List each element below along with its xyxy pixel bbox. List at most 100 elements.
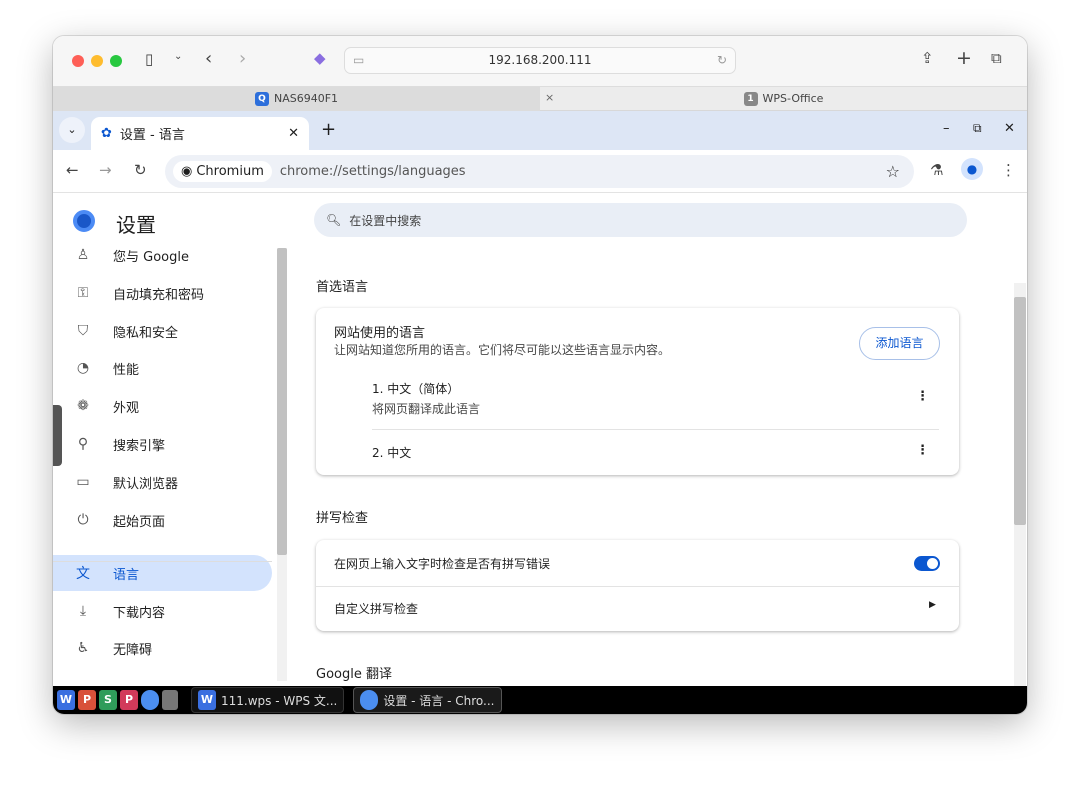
sidebar-item-label: 自动填充和密码 — [113, 287, 205, 303]
safari-tab-bar: Q NAS6940F1 × 1 WPS-Office — [53, 86, 1027, 111]
card-title: 网站使用的语言 — [334, 326, 426, 341]
new-tab-icon[interactable]: + — [956, 47, 972, 69]
sidebar-item-label: 默认浏览器 — [113, 476, 179, 492]
browser-icon: ▭ — [76, 474, 90, 490]
gauge-icon: ◔ — [76, 360, 90, 376]
sidebar-scrollbar-thumb[interactable] — [277, 248, 287, 555]
spell-check-label: 在网页上输入文字时检查是否有拼写错误 — [334, 557, 551, 571]
chromium-logo-icon: ◉ — [181, 164, 193, 179]
sidebar-item[interactable]: ⚿ 自动填充和密码 — [53, 275, 272, 311]
sidebar-toggle-icon[interactable]: ▯ — [145, 50, 153, 68]
tab-settings[interactable]: ✿ 设置 - 语言 ✕ — [91, 117, 309, 150]
preferred-languages-card: 网站使用的语言 让网站知道您所用的语言。它们将尽可能以这些语言显示内容。 添加语… — [316, 308, 959, 475]
window: ▯ ⌄ ‹ › ◆ 192.168.200.111 ▭ ↻ ⇪ + ⧉ Q NAS… — [53, 36, 1027, 714]
back-icon[interactable]: ← — [66, 161, 79, 179]
language-item-sublabel: 将网页翻译成此语言 — [372, 402, 481, 416]
translate-icon: 文 — [76, 566, 90, 582]
restore-button[interactable]: ⧉ — [973, 121, 982, 136]
bookmark-star-icon[interactable]: ☆ — [886, 162, 900, 181]
sidebar-item[interactable]: ▭ 默认浏览器 — [53, 464, 272, 500]
more-actions-icon[interactable]: ⋮ — [916, 443, 929, 458]
sidebar-item-label: 语言 — [113, 567, 140, 583]
sidebar-scrollbar[interactable] — [277, 248, 287, 681]
profile-avatar[interactable]: ● — [961, 158, 983, 180]
qnap-icon: Q — [254, 92, 269, 106]
main-scrollbar-thumb[interactable] — [1014, 297, 1026, 525]
window-title: 设置 - 语言 - Chro... — [383, 693, 495, 708]
minimize-window-button[interactable] — [91, 55, 103, 67]
close-button[interactable]: ✕ — [1004, 121, 1015, 136]
shield-icon: ⛉ — [77, 323, 89, 339]
sidebar-item[interactable]: ⚲ 搜索引擎 — [53, 426, 272, 462]
panel-handle[interactable] — [53, 405, 62, 466]
sidebar-item-label: 性能 — [113, 362, 140, 378]
taskbar-window-wps[interactable]: W 111.wps - WPS 文... — [191, 687, 345, 713]
chevron-right-icon[interactable]: ▶ — [929, 600, 936, 610]
url-text: chrome://settings/languages — [279, 164, 466, 179]
chromium-chip[interactable]: ◉ Chromium — [173, 161, 272, 182]
settings-title: 设置 — [116, 213, 156, 237]
safari-toolbar: ▯ ⌄ ‹ › ◆ 192.168.200.111 ▭ ↻ ⇪ + ⧉ — [53, 36, 1027, 86]
zoom-window-button[interactable] — [110, 55, 122, 67]
main-scrollbar[interactable] — [1014, 283, 1026, 714]
sidebar-item[interactable]: ⤓ 下载内容 — [53, 593, 272, 629]
more-actions-icon[interactable]: ⋮ — [916, 389, 929, 404]
close-tab-icon[interactable]: ✕ — [288, 126, 299, 141]
sidebar-item-label: 隐私和安全 — [113, 325, 179, 341]
add-language-button[interactable]: 添加语言 — [859, 327, 940, 360]
close-window-button[interactable] — [72, 55, 84, 67]
custom-spell-check-link[interactable]: 自定义拼写检查 — [334, 600, 418, 617]
chromium-icon[interactable] — [141, 690, 159, 710]
sidebar-item[interactable]: ⏻ 起始页面 — [53, 502, 272, 538]
wps-spreadsheet-icon[interactable]: S — [99, 690, 117, 710]
tab-number-icon: 1 — [743, 92, 758, 106]
language-item-label: 2. 中文 — [372, 446, 412, 460]
spell-check-toggle[interactable] — [914, 556, 940, 571]
new-tab-button[interactable]: + — [321, 119, 336, 140]
menu-kebab-icon[interactable]: ⋮ — [1001, 161, 1016, 179]
wps-pdf-icon[interactable]: P — [120, 690, 138, 710]
person-icon: ♙ — [76, 247, 90, 263]
url-text: 192.168.200.111 — [488, 53, 592, 67]
chevron-down-icon[interactable]: ⌄ — [174, 51, 182, 62]
wps-writer-icon: W — [198, 690, 216, 710]
reload-icon[interactable]: ↻ — [134, 161, 147, 179]
card-description: 让网站知道您所用的语言。它们将尽可能以这些语言显示内容。 — [334, 343, 671, 357]
forward-icon[interactable]: → — [99, 161, 112, 179]
sidebar-item[interactable]: ❁ 外观 — [53, 388, 272, 424]
wps-writer-icon[interactable]: W — [57, 690, 75, 710]
sidebar-item[interactable]: ♿ 无障碍 — [53, 630, 272, 666]
wps-presentation-icon[interactable]: P — [78, 690, 96, 710]
installer-icon[interactable] — [162, 690, 178, 710]
gear-icon: ✿ — [101, 126, 112, 141]
reload-icon[interactable]: ↻ — [717, 48, 727, 73]
settings-sidebar: 设置 ♙ 您与 Google ⚿ 自动填充和密码 ⛉ 隐私和安全 ◔ 性能 ❁ 外观 ⚲ 搜索引擎 ▭ 默… — [53, 193, 288, 686]
tabs-overview-icon[interactable]: ⧉ — [991, 49, 1002, 67]
sidebar-item-label: 搜索引擎 — [113, 438, 166, 454]
extension-icon[interactable]: ◆ — [314, 49, 326, 67]
settings-search-input[interactable]: 🔍︎ 在设置中搜索 — [314, 203, 967, 237]
sidebar-item[interactable]: ◔ 性能 — [53, 350, 272, 386]
chromium-tab-strip: ⌄ ✿ 设置 - 语言 ✕ + – ⧉ ✕ — [53, 111, 1027, 150]
sidebar-item[interactable]: ♙ 您与 Google — [53, 237, 272, 273]
labs-flask-icon[interactable]: ⚗ — [930, 161, 943, 179]
sidebar-item-label: 外观 — [113, 400, 140, 416]
safari-address-bar[interactable]: 192.168.200.111 ▭ ↻ — [344, 47, 736, 74]
sidebar-item-label: 下载内容 — [113, 605, 166, 621]
share-icon[interactable]: ⇪ — [921, 49, 934, 67]
minimize-button[interactable]: – — [943, 121, 950, 136]
forward-icon[interactable]: › — [239, 48, 246, 69]
back-icon[interactable]: ‹ — [205, 48, 212, 69]
omnibox[interactable]: ◉ Chromium chrome://settings/languages ☆ — [165, 155, 914, 188]
download-icon: ⤓ — [79, 603, 87, 619]
section-heading-preferred: 首选语言 — [316, 280, 369, 295]
safari-tab-wps[interactable]: 1 WPS-Office — [540, 87, 1027, 111]
sidebar-item-label: 起始页面 — [113, 514, 166, 530]
key-icon: ⚿ — [77, 285, 89, 301]
sidebar-item-label: 您与 Google — [113, 249, 189, 265]
safari-tab-nas[interactable]: Q NAS6940F1 — [53, 87, 540, 111]
taskbar-window-chromium[interactable]: 设置 - 语言 - Chro... — [353, 687, 502, 713]
tab-search-button[interactable]: ⌄ — [59, 117, 85, 143]
spell-check-card: 在网页上输入文字时检查是否有拼写错误 自定义拼写检查 ▶ — [316, 540, 959, 631]
sidebar-item[interactable]: ⛉ 隐私和安全 — [53, 313, 272, 349]
